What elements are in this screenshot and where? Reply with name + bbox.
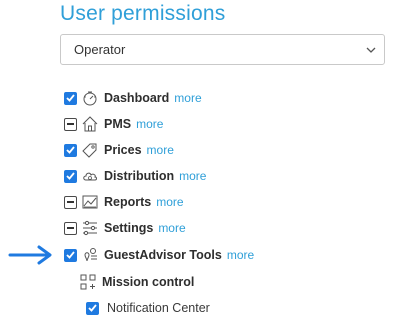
permission-label: Mission control xyxy=(102,275,195,289)
permission-guestadvisor-tools: GuestAdvisor Tools more xyxy=(64,244,254,266)
permission-distribution: Distribution more xyxy=(64,165,206,187)
chevron-down-icon xyxy=(366,47,376,53)
permission-label: Prices xyxy=(104,143,142,157)
notification-center-checkbox[interactable] xyxy=(86,301,99,315)
tag-icon xyxy=(80,140,100,160)
more-link[interactable]: more xyxy=(227,248,254,262)
home-icon xyxy=(80,114,100,134)
prices-checkbox[interactable] xyxy=(64,143,77,157)
more-link[interactable]: more xyxy=(156,195,183,209)
permission-label: Reports xyxy=(104,195,152,209)
more-link[interactable]: more xyxy=(136,117,163,131)
cloud-icon xyxy=(80,166,100,186)
permission-label: GuestAdvisor Tools xyxy=(104,248,222,262)
guest-advisor-icon xyxy=(80,245,100,265)
grid-plus-icon xyxy=(78,272,98,292)
dashboard-icon xyxy=(80,88,100,108)
permission-label: Dashboard xyxy=(104,91,170,105)
permission-settings: Settings more xyxy=(64,217,186,239)
role-select-value: Operator xyxy=(74,42,126,57)
guestadvisor-tools-checkbox[interactable] xyxy=(64,248,77,262)
permission-notification-center: Notification Center xyxy=(86,297,210,319)
permission-label: Distribution xyxy=(104,169,175,183)
more-link[interactable]: more xyxy=(179,169,206,183)
permission-label: PMS xyxy=(104,117,132,131)
more-link[interactable]: more xyxy=(174,91,201,105)
role-select[interactable]: Operator xyxy=(60,34,385,65)
distribution-checkbox[interactable] xyxy=(64,169,77,183)
pms-checkbox[interactable] xyxy=(64,117,77,131)
arrow-right-icon xyxy=(8,245,52,265)
sliders-icon xyxy=(80,218,100,238)
permission-label: Settings xyxy=(104,221,154,235)
dashboard-checkbox[interactable] xyxy=(64,91,77,105)
permission-prices: Prices more xyxy=(64,139,174,161)
settings-checkbox[interactable] xyxy=(64,221,77,235)
permission-label: Notification Center xyxy=(107,301,210,315)
permission-reports: Reports more xyxy=(64,191,184,213)
more-link[interactable]: more xyxy=(147,143,174,157)
page-title: User permissions xyxy=(60,2,226,25)
permission-mission-control: Mission control xyxy=(78,271,194,293)
permission-dashboard: Dashboard more xyxy=(64,87,202,109)
more-link[interactable]: more xyxy=(158,221,185,235)
permission-pms: PMS more xyxy=(64,113,163,135)
reports-checkbox[interactable] xyxy=(64,195,77,209)
chart-icon xyxy=(80,192,100,212)
